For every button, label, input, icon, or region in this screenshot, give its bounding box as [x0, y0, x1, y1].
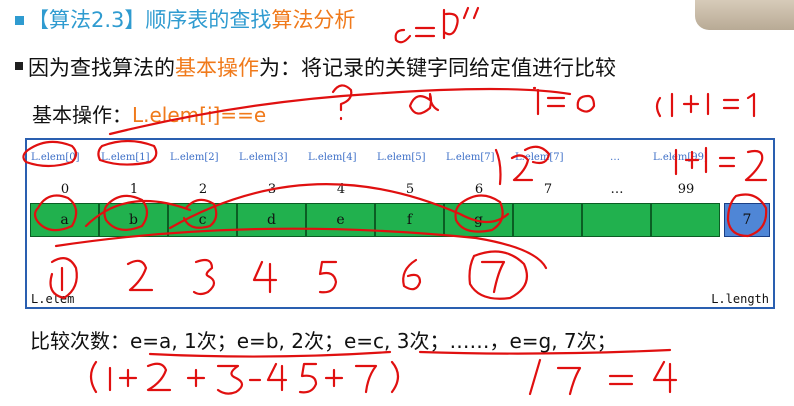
elem-label: L.elem[3] [239, 152, 288, 163]
array-cell: g [444, 203, 513, 237]
elem-label: L.elem[5] [377, 152, 426, 163]
footer-elem-label: L.elem [31, 292, 75, 306]
point-prefix: 因为查找算法的 [28, 56, 175, 80]
elem-label: L.elem[4] [308, 152, 357, 163]
title-bullet [15, 16, 24, 25]
ink-divide-seven [528, 358, 678, 396]
array-cell: b [99, 203, 168, 237]
point-suffix: 为：将记录的关键字同给定值进行比较 [259, 56, 616, 80]
index-label: 1 [129, 182, 139, 197]
elem-label: L.elem[99] [653, 152, 708, 163]
ink-i-equals-zero [532, 86, 596, 116]
array-cell: d [237, 203, 306, 237]
index-label: 99 [677, 182, 695, 197]
array-cell: e [306, 203, 375, 237]
basic-label: 基本操作： [32, 103, 132, 127]
comparison-counts: 比较次数：e=a, 1次；e=b, 2次；e=c, 3次；……，e=g, 7次； [30, 329, 617, 353]
array-cell: a [30, 203, 99, 237]
basic-expression: L.elem[i]==e [132, 103, 267, 127]
point-bullet [15, 62, 23, 70]
index-label: … [610, 182, 624, 197]
array-cell: c [168, 203, 237, 237]
ink-e-equals-b [394, 6, 480, 44]
array-diagram: L.elem[0] L.elem[1] L.elem[2] L.elem[3] … [25, 138, 775, 309]
bullet-point: 因为查找算法的基本操作为：将记录的关键字同给定值进行比较 [28, 52, 616, 82]
title-prefix: 【算法2.3】顺序表的查找 [28, 8, 272, 32]
ink-letter-a [408, 92, 440, 115]
basic-operation: 基本操作：L.elem[i]==e [32, 99, 266, 128]
array-cell: f [375, 203, 444, 237]
elem-label: L.elem[0] [31, 152, 80, 163]
elem-label: L.elem[7] [515, 152, 564, 163]
elem-label: … [610, 152, 620, 163]
index-label: 0 [60, 182, 70, 197]
slide: 【算法2.3】顺序表的查找算法分析 因为查找算法的基本操作为：将记录的关键字同给… [0, 0, 794, 406]
elem-label: L.elem[1] [101, 152, 150, 163]
array-cell [513, 203, 582, 237]
footer-length-label: L.length [711, 292, 769, 306]
ink-i-plus-one-equals-one [655, 92, 756, 118]
elem-label: L.elem[2] [170, 152, 219, 163]
length-cell: 7 [724, 203, 770, 237]
elem-label: L.elem[7] [446, 152, 495, 163]
array-cell [651, 203, 720, 237]
array-cell [582, 203, 651, 237]
ink-sum-formula [89, 360, 400, 395]
ink-question-mark [331, 84, 353, 121]
array-cells: a b c d e f g 7 [30, 203, 770, 237]
title-highlight: 算法分析 [271, 8, 356, 32]
index-label: 2 [198, 182, 208, 197]
index-label: 7 [543, 182, 553, 197]
webcam-thumbnail [695, 0, 794, 30]
point-highlight: 基本操作 [175, 56, 259, 80]
index-label: 3 [267, 182, 277, 197]
index-label: 4 [336, 182, 346, 197]
index-label: 5 [405, 182, 415, 197]
slide-title: 【算法2.3】顺序表的查找算法分析 [28, 4, 355, 34]
index-label: 6 [474, 182, 484, 197]
